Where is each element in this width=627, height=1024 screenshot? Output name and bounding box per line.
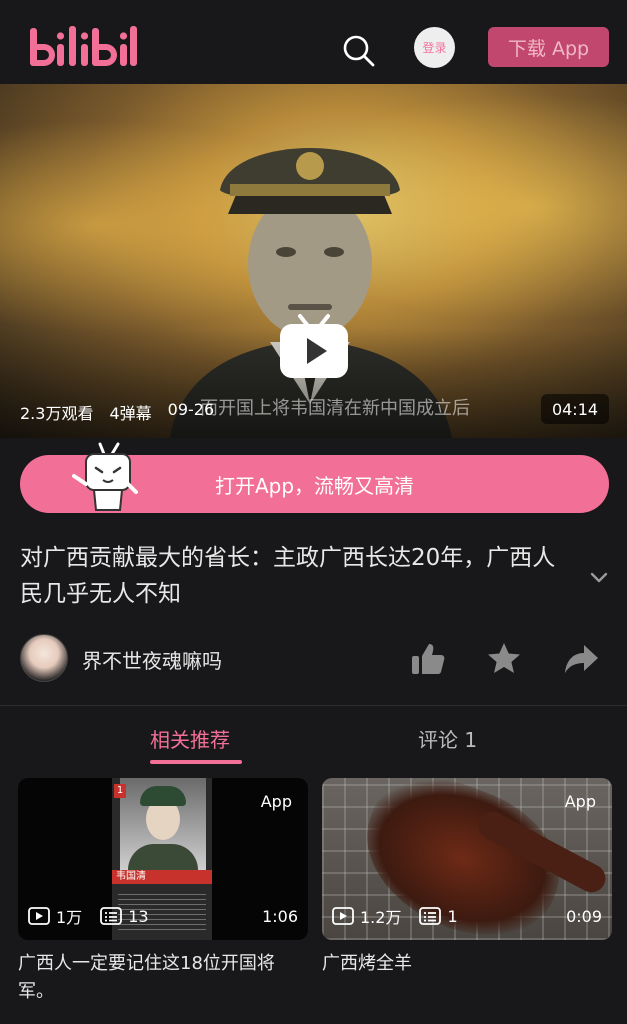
tv-mascot-icon [72,442,138,511]
video-player[interactable]: 而开国上将韦国清在新中国成立后 [0,84,627,438]
video-title: 对广西贡献最大的省长：主政广西长达20年，广西人民几乎无人不知 [20,545,556,607]
poster-name-bar: 韦国清 [112,870,212,884]
danmaku-count: 4弹幕 [109,404,152,423]
header: 登录 下载 App [0,0,627,84]
app-badge: App [260,792,292,811]
poster-cap [140,786,186,806]
video-thumbnail: 1 韦国清 App 1万 13 1:06 [18,778,308,940]
divider [0,705,627,706]
publish-date: 09-26 [167,400,215,419]
play-count-icon [28,907,50,925]
video-stats: 2.3万观看 4弹幕 09-26 [20,400,214,424]
poster-number: 1 [114,784,126,798]
author-avatar[interactable] [20,634,68,682]
play-count-icon [332,907,354,925]
card-danmaku: 13 [128,906,149,926]
card-views: 1万 [56,908,83,927]
download-app-button[interactable]: 下载 App [488,27,609,67]
card-danmaku: 1 [447,906,458,926]
author-name[interactable]: 界不世夜魂嘛吗 [82,645,222,674]
danmaku-icon [100,907,123,925]
card-duration: 1:06 [262,906,298,926]
video-thumbnail: App 1.2万 1 0:09 [322,778,612,940]
app-badge: App [564,792,596,811]
share-icon[interactable] [562,640,600,678]
bilibili-logo[interactable] [28,14,138,72]
poster-photo [120,778,206,870]
view-count: 2.3万观看 [20,404,94,423]
card-stats: 1.2万 1 0:09 [322,904,612,928]
like-icon[interactable] [409,640,447,678]
tab-related[interactable]: 相关推荐 [150,724,230,753]
play-icon[interactable] [278,312,350,380]
tab-comments[interactable]: 评论 1 [418,724,477,753]
video-duration: 04:14 [541,394,609,424]
danmaku-icon [419,907,442,925]
tab-active-indicator [150,760,242,764]
video-subtitle: 而开国上将韦国清在新中国成立后 [200,398,470,419]
card-stats: 1万 13 1:06 [18,904,308,928]
poster-uniform [128,844,198,870]
search-icon[interactable] [340,32,376,68]
card-duration: 0:09 [566,906,602,926]
chevron-down-icon[interactable] [588,566,610,588]
favorite-star-icon[interactable] [485,640,523,678]
card-title[interactable]: 广西人一定要记住这18位开国将军。 [18,950,308,1006]
login-button[interactable]: 登录 [414,27,455,68]
card-views: 1.2万 [360,908,402,927]
card-title[interactable]: 广西烤全羊 [322,950,612,978]
